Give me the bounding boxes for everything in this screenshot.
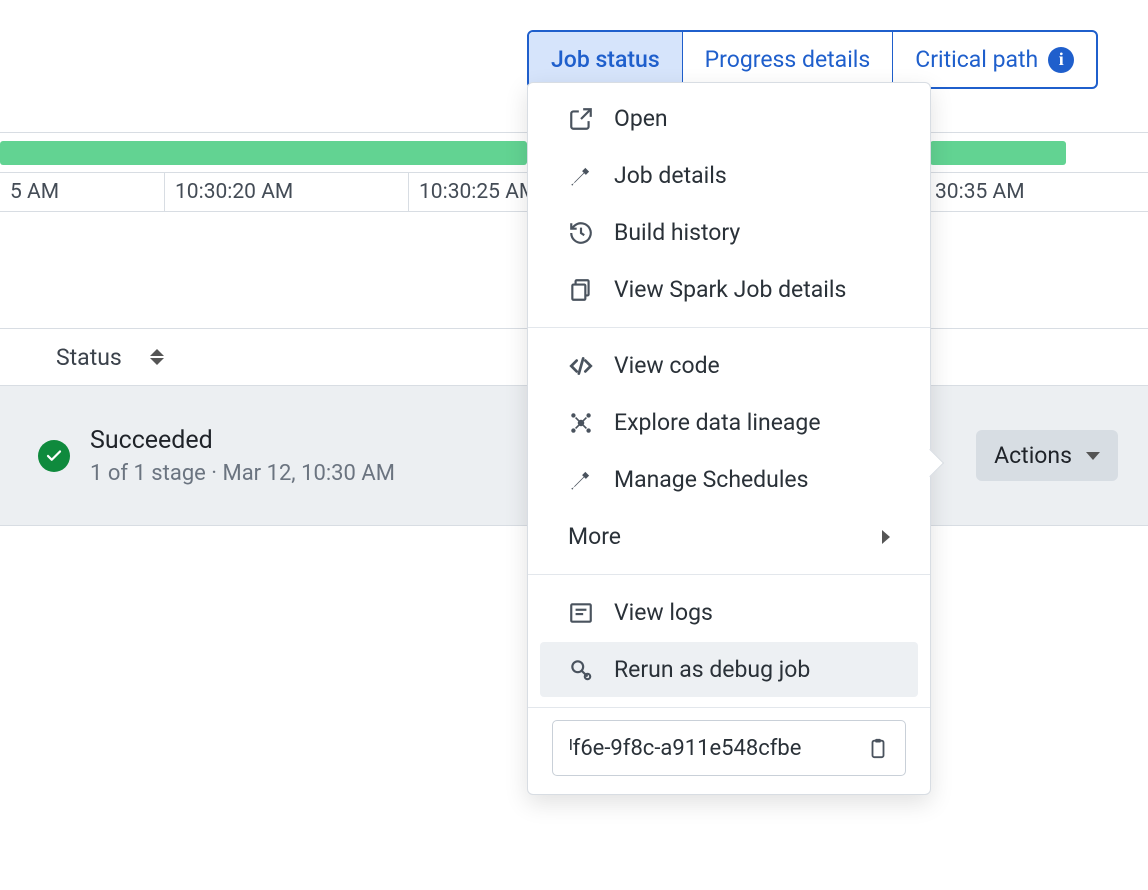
menu-divider (528, 707, 930, 708)
menu-item-label: Manage Schedules (614, 466, 809, 493)
tick-label: 10:30:25 AM (419, 180, 537, 204)
view-tabs: Job status Progress details Critical pat… (527, 30, 1098, 89)
menu-item-job-details[interactable]: Job details (540, 148, 918, 203)
logs-icon (568, 600, 594, 626)
menu-item-open[interactable]: Open (540, 91, 918, 146)
timeline-tick: 10:30:25 AM (408, 173, 537, 211)
documents-icon (568, 277, 594, 303)
menu-divider (528, 327, 930, 328)
tab-label: Progress details (705, 46, 871, 73)
timeline-tick: 5 AM (0, 173, 59, 211)
menu-item-label: More (568, 523, 621, 550)
timeline-tick: 10:30:20 AM (164, 173, 293, 211)
menu-item-label: Open (614, 105, 668, 132)
hammer-icon (568, 163, 594, 189)
tick-label: 5 AM (10, 180, 59, 204)
actions-label: Actions (994, 442, 1072, 469)
menu-item-label: Build history (614, 219, 740, 246)
menu-item-view-code[interactable]: View code (540, 338, 918, 393)
menu-item-more[interactable]: More (540, 509, 918, 564)
job-id-text: ᴵf6e-9f8c-a911e548cfbe (569, 735, 853, 761)
hammer-icon (568, 467, 594, 493)
tab-label: Critical path (915, 46, 1038, 73)
menu-item-label: Rerun as debug job (614, 656, 810, 683)
menu-item-view-spark-details[interactable]: View Spark Job details (540, 262, 918, 317)
chevron-right-icon (882, 530, 890, 544)
timeline-progress-bar (930, 141, 1066, 165)
history-icon (568, 220, 594, 246)
tab-critical-path[interactable]: Critical path i (893, 32, 1096, 87)
menu-item-view-logs[interactable]: View logs (540, 585, 918, 640)
success-icon (38, 440, 70, 472)
actions-button[interactable]: Actions (976, 430, 1118, 481)
job-id-box[interactable]: ᴵf6e-9f8c-a911e548cfbe (552, 720, 906, 776)
menu-item-label: Job details (614, 162, 727, 189)
actions-menu: Open Job details Build history View Spar… (527, 82, 931, 795)
code-icon (568, 353, 594, 379)
tick-label: 30:35 AM (935, 180, 1025, 204)
status-text: Succeeded 1 of 1 stage · Mar 12, 10:30 A… (90, 426, 395, 486)
tick-label: 10:30:20 AM (175, 180, 293, 204)
menu-divider (528, 574, 930, 575)
status-title: Succeeded (90, 426, 395, 455)
tab-progress-details[interactable]: Progress details (683, 32, 894, 87)
menu-item-label: View logs (614, 599, 713, 626)
menu-item-manage-schedules[interactable]: Manage Schedules (540, 452, 918, 507)
timeline-progress-bar (0, 141, 527, 165)
menu-item-label: View code (614, 352, 720, 379)
menu-item-label: View Spark Job details (614, 276, 846, 303)
lineage-icon (568, 410, 594, 436)
info-icon: i (1048, 47, 1074, 73)
menu-item-rerun-debug[interactable]: Rerun as debug job (540, 642, 918, 697)
timeline-tick: 30:35 AM (924, 173, 1025, 211)
status-subtitle: 1 of 1 stage · Mar 12, 10:30 AM (90, 461, 395, 486)
tab-label: Job status (551, 46, 660, 73)
clipboard-icon[interactable] (867, 737, 889, 759)
menu-item-build-history[interactable]: Build history (540, 205, 918, 260)
open-icon (568, 106, 594, 132)
debug-icon (568, 657, 594, 683)
status-header-label: Status (56, 344, 122, 371)
sort-icon (150, 349, 164, 365)
menu-item-explore-lineage[interactable]: Explore data lineage (540, 395, 918, 450)
chevron-down-icon (1086, 452, 1100, 460)
menu-item-label: Explore data lineage (614, 409, 821, 436)
tab-job-status[interactable]: Job status (529, 32, 683, 87)
